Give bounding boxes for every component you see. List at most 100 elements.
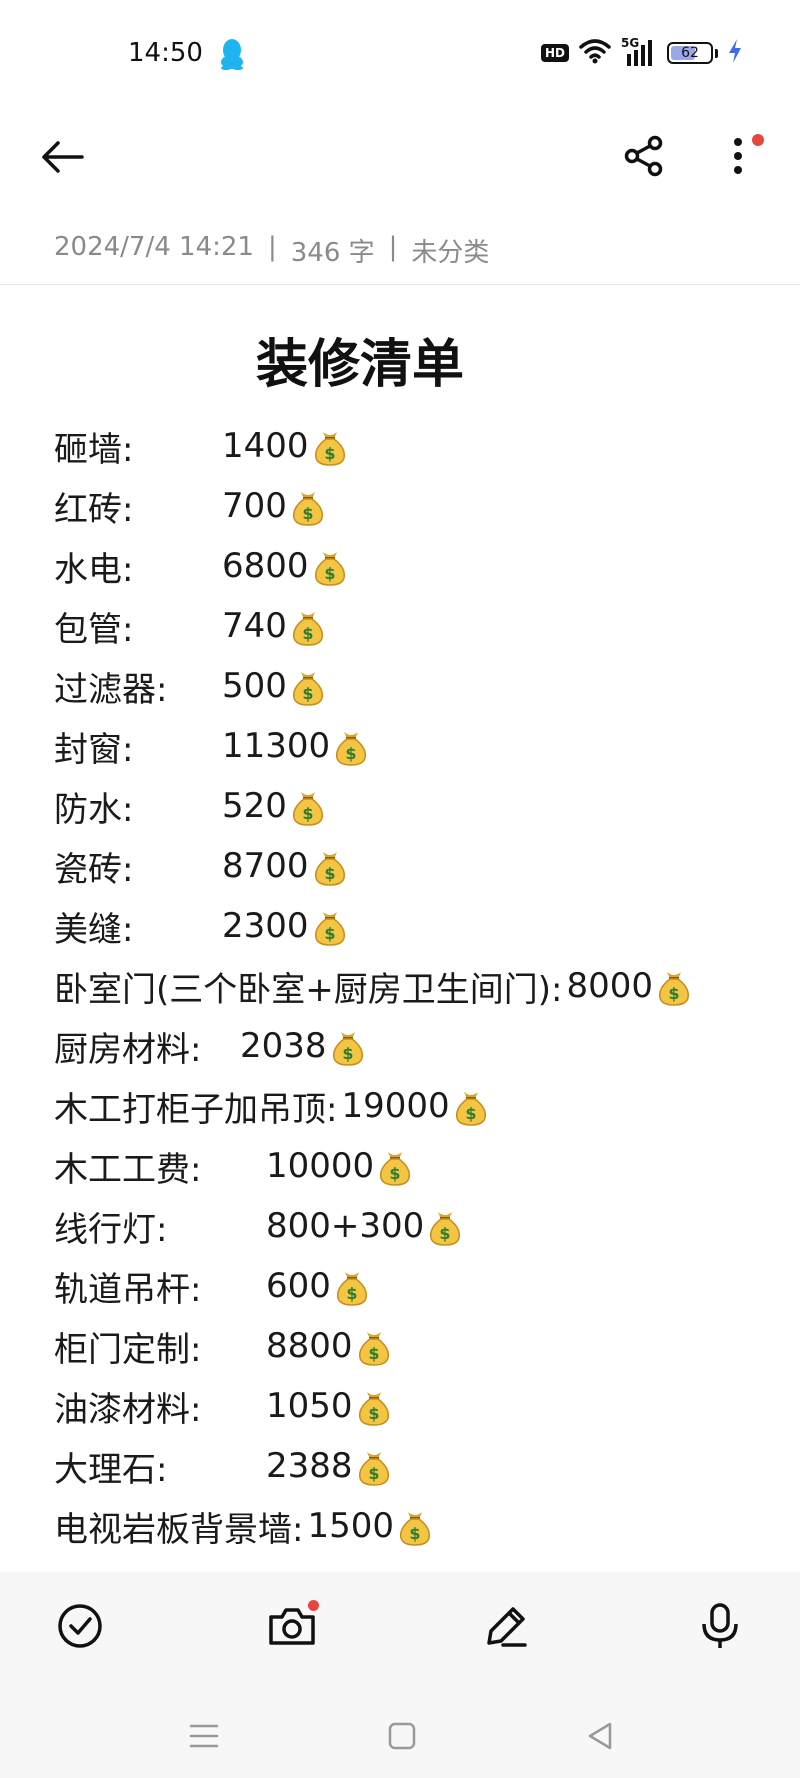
item-amount: 500: [222, 666, 287, 706]
nav-menu-button[interactable]: [184, 1716, 224, 1756]
item-amount: 2388: [266, 1446, 353, 1486]
svg-text:$: $: [440, 1224, 451, 1243]
money-bag-icon: $: [396, 1506, 434, 1546]
item-label: 厨房材料:: [54, 1029, 202, 1070]
nav-home-button[interactable]: [382, 1716, 422, 1756]
svg-text:$: $: [409, 1524, 420, 1543]
toolbar: [0, 120, 800, 192]
share-button[interactable]: [618, 130, 670, 182]
item-label: 封窗:: [54, 729, 134, 770]
divider: [0, 284, 800, 285]
item-label: 木工工费:: [54, 1149, 202, 1190]
share-icon: [624, 135, 663, 177]
microphone-icon: [702, 1603, 738, 1648]
svg-text:$: $: [324, 924, 335, 943]
item-label: 油漆材料:: [54, 1389, 202, 1430]
money-bag-icon: $: [311, 426, 349, 466]
money-bag-icon: $: [311, 906, 349, 946]
list-item: 油漆材料: 1050 $: [54, 1376, 794, 1436]
item-label: 过滤器:: [54, 669, 168, 710]
item-label: 瓷砖:: [54, 849, 134, 890]
item-amount: 1500: [307, 1506, 394, 1546]
list-item: 大理石: 2388 $: [54, 1436, 794, 1496]
money-bag-icon: $: [332, 726, 370, 766]
money-bag-icon: $: [376, 1146, 414, 1186]
voice-button[interactable]: [690, 1596, 750, 1656]
svg-text:$: $: [324, 444, 335, 463]
list-item: 木工工费: 10000 $: [54, 1136, 794, 1196]
pen-icon: [487, 1607, 527, 1647]
status-time: 14:50: [128, 38, 203, 68]
list-item: 砸墙: 1400 $: [54, 416, 794, 476]
money-bag-icon: $: [355, 1326, 393, 1366]
list-item: 轨道吊杆: 600 $: [54, 1256, 794, 1316]
list-item: 厨房材料: 2038 $: [54, 1016, 794, 1076]
status-icons: HD 5G 62: [540, 36, 742, 70]
svg-text:$: $: [324, 564, 335, 583]
nav-back-button[interactable]: [580, 1716, 620, 1756]
item-amount: 2300: [222, 906, 309, 946]
note-datetime: 2024/7/4 14:21: [54, 232, 254, 262]
more-vertical-icon: [734, 138, 742, 174]
money-bag-icon: $: [655, 966, 693, 1006]
money-bag-icon: $: [355, 1446, 393, 1486]
camera-badge: [308, 1600, 319, 1611]
item-label: 大理石:: [54, 1449, 168, 1490]
item-amount: 6800: [222, 546, 309, 586]
item-amount: 700: [222, 486, 287, 526]
note-title[interactable]: 装修清单: [0, 322, 720, 397]
item-label: 电视岩板背景墙:: [54, 1509, 304, 1550]
item-label: 柜门定制:: [54, 1329, 202, 1370]
svg-text:$: $: [465, 1104, 476, 1123]
qq-icon: [218, 38, 246, 71]
list-item: 电视岩板背景墙: 1500 $: [54, 1496, 794, 1556]
handwriting-button[interactable]: [476, 1596, 536, 1656]
item-amount: 520: [222, 786, 287, 826]
money-bag-icon: $: [329, 1026, 367, 1066]
svg-text:$: $: [346, 1284, 357, 1303]
menu-icon: [189, 1724, 219, 1748]
money-bag-icon: $: [289, 786, 327, 826]
svg-text:$: $: [302, 684, 313, 703]
note-category[interactable]: 未分类: [411, 232, 489, 269]
item-label: 水电:: [54, 549, 134, 590]
back-arrow-icon: [42, 141, 84, 173]
list-item: 木工打柜子加吊顶: 19000 $: [54, 1076, 794, 1136]
item-amount: 1400: [222, 426, 309, 466]
back-button[interactable]: [36, 132, 88, 182]
item-label: 卧室门(三个卧室+厨房卫生间门):: [54, 969, 563, 1010]
list-item: 防水: 520 $: [54, 776, 794, 836]
money-bag-icon: $: [333, 1266, 371, 1306]
item-label: 防水:: [54, 789, 134, 830]
item-amount: 800+300: [266, 1206, 425, 1246]
battery-level: 62: [681, 45, 699, 61]
camera-button[interactable]: [262, 1596, 322, 1656]
list-item: 瓷砖: 8700 $: [54, 836, 794, 896]
money-bag-icon: $: [289, 666, 327, 706]
item-amount: 8800: [266, 1326, 353, 1366]
note-body[interactable]: 砸墙: 1400 $ 红砖: 700 $ 水电: 6800 $ 包管: 740 $ 过滤器: 500 $ 封窗…: [54, 416, 794, 1572]
battery-cap: [715, 48, 718, 58]
item-label: 木工打柜子加吊顶:: [54, 1089, 338, 1130]
item-label: 红砖:: [54, 489, 134, 530]
money-bag-icon: $: [289, 486, 327, 526]
system-nav-bar: [0, 1700, 800, 1772]
item-label: 砸墙:: [54, 429, 134, 470]
item-amount: 8000: [566, 966, 654, 1006]
svg-text:$: $: [342, 1044, 353, 1063]
item-label: 线行灯:: [54, 1209, 168, 1250]
list-item: 美缝: 2300 $: [54, 896, 794, 956]
item-amount: 10000: [266, 1146, 375, 1186]
meta-separator: |: [267, 232, 277, 262]
checklist-button[interactable]: [50, 1596, 110, 1656]
note-meta: 2024/7/4 14:21 | 346 字 | 未分类: [54, 232, 489, 269]
money-bag-icon: $: [452, 1086, 490, 1126]
item-amount: 740: [222, 606, 287, 646]
signal-icon: 5G: [621, 36, 657, 68]
notification-dot: [752, 134, 764, 146]
battery-icon: 62: [667, 42, 713, 64]
list-item: 线行灯: 800+300 $: [54, 1196, 794, 1256]
list-item: 封窗: 11300 $: [54, 716, 794, 776]
money-bag-icon: $: [311, 846, 349, 886]
more-button[interactable]: [712, 130, 764, 182]
